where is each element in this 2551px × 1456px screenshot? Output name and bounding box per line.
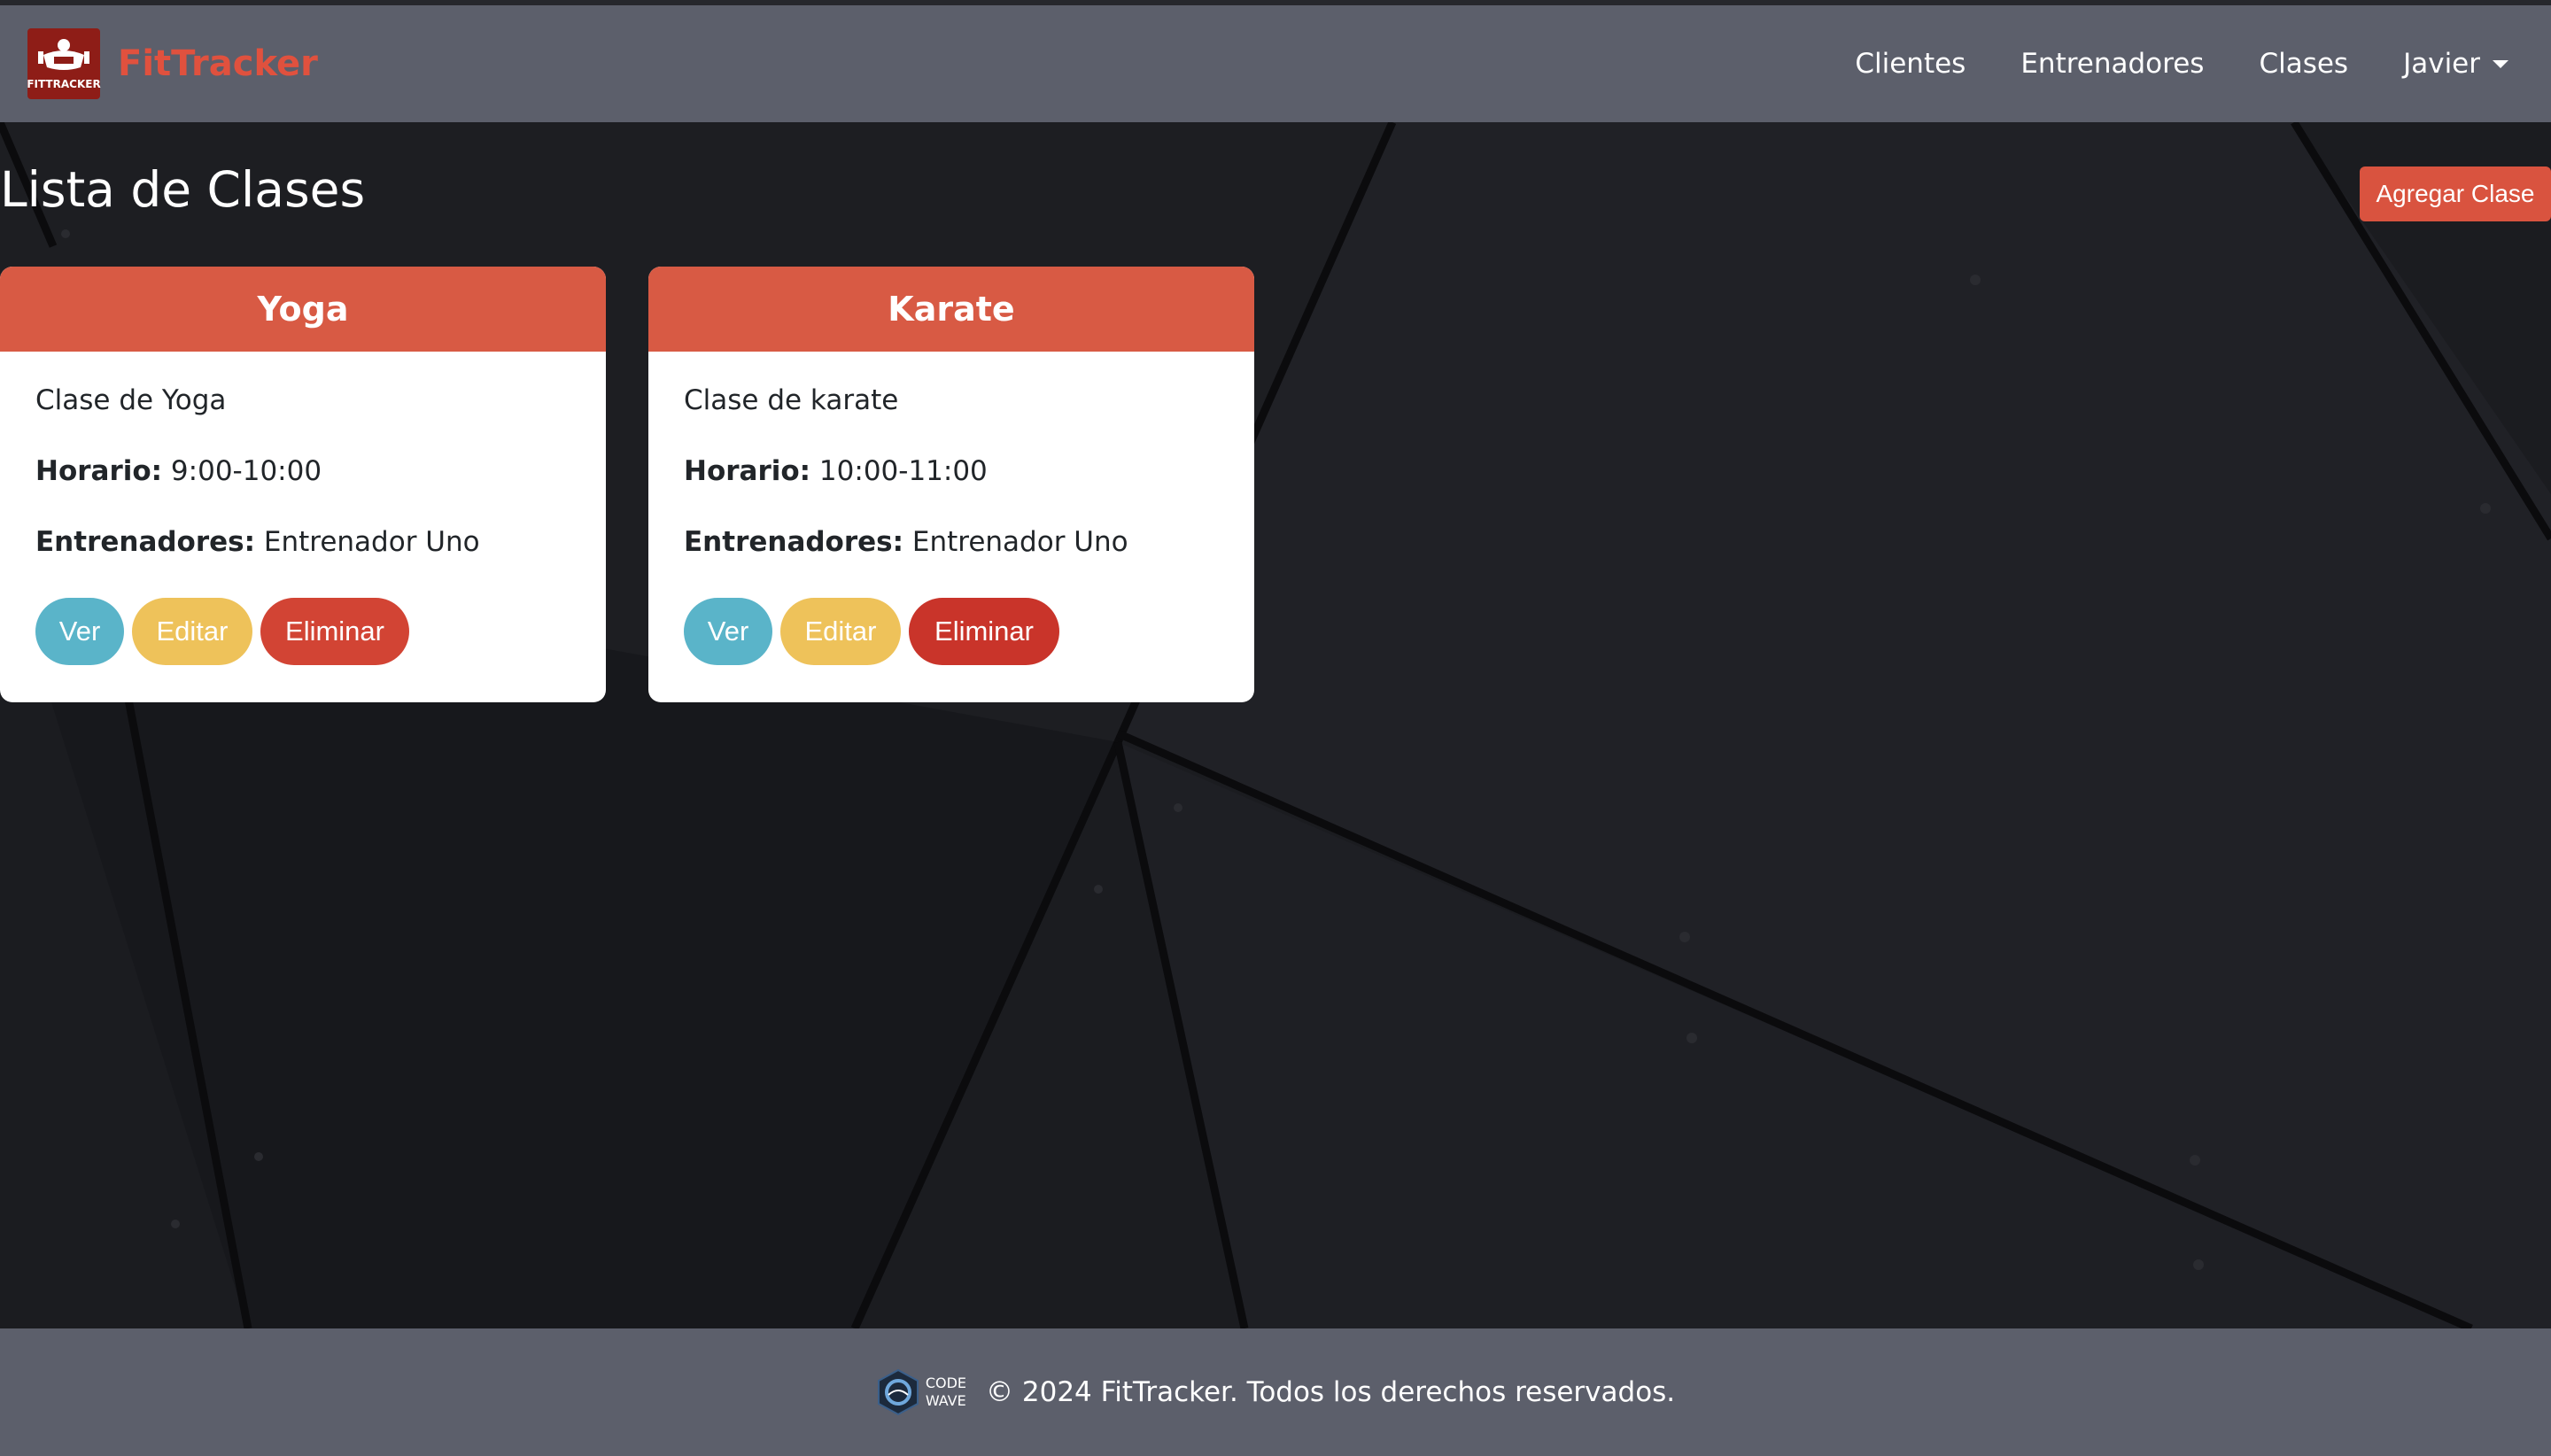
trainers-value: Entrenador Uno xyxy=(263,526,480,558)
delete-button[interactable]: Eliminar xyxy=(260,598,409,665)
class-schedule: Horario: 9:00-10:00 xyxy=(35,455,570,487)
hexagon-wave-icon xyxy=(877,1368,919,1416)
nav-links: Clientes Entrenadores Clases Javier xyxy=(1800,5,2508,122)
trainers-label: Entrenadores: xyxy=(35,526,256,558)
class-card-body: Clase de karate Horario: 10:00-11:00 Ent… xyxy=(648,352,1254,701)
view-button[interactable]: Ver xyxy=(684,598,772,665)
class-card-yoga: Yoga Clase de Yoga Horario: 9:00-10:00 E… xyxy=(0,267,606,702)
card-actions: Ver Editar Eliminar xyxy=(35,598,570,665)
class-schedule: Horario: 10:00-11:00 xyxy=(684,455,1219,487)
navbar: FITTRACKER FitTracker Clientes Entrenado… xyxy=(0,5,2551,122)
codewave-text-top: CODE xyxy=(925,1375,967,1391)
class-trainers: Entrenadores: Entrenador Uno xyxy=(35,526,570,558)
schedule-value: 9:00-10:00 xyxy=(170,455,322,487)
bodybuilder-icon xyxy=(38,39,89,70)
user-name: Javier xyxy=(2403,48,2480,80)
trainers-value: Entrenador Uno xyxy=(911,526,1128,558)
footer-copyright: © 2024 FitTracker. Todos los derechos re… xyxy=(986,1376,1676,1408)
view-button[interactable]: Ver xyxy=(35,598,124,665)
edit-button[interactable]: Editar xyxy=(780,598,901,665)
chevron-down-icon xyxy=(2493,59,2508,68)
trainers-label: Entrenadores: xyxy=(684,526,904,558)
schedule-value: 10:00-11:00 xyxy=(818,455,988,487)
page-title: Lista de Clases xyxy=(0,161,366,218)
codewave-text-bottom: WAVE xyxy=(925,1392,966,1409)
class-card-karate: Karate Clase de karate Horario: 10:00-11… xyxy=(648,267,1254,702)
class-card-title: Karate xyxy=(648,267,1254,352)
card-actions: Ver Editar Eliminar xyxy=(684,598,1219,665)
delete-button[interactable]: Eliminar xyxy=(909,598,1059,665)
edit-button[interactable]: Editar xyxy=(132,598,252,665)
schedule-label: Horario: xyxy=(684,455,811,487)
brand-logo-text: FITTRACKER xyxy=(27,78,101,90)
class-trainers: Entrenadores: Entrenador Uno xyxy=(684,526,1219,558)
add-class-button[interactable]: Agregar Clase xyxy=(2360,167,2551,221)
brand-logo: FITTRACKER xyxy=(27,28,101,99)
brand-name: FitTracker xyxy=(118,43,318,84)
codewave-logo: CODE WAVE xyxy=(876,1368,966,1416)
class-card-title: Yoga xyxy=(0,267,606,352)
codewave-text: CODE WAVE xyxy=(926,1375,966,1410)
class-card-body: Clase de Yoga Horario: 9:00-10:00 Entren… xyxy=(0,352,606,701)
brand[interactable]: FITTRACKER FitTracker xyxy=(27,28,318,99)
class-description: Clase de Yoga xyxy=(35,384,227,416)
class-description: Clase de karate xyxy=(684,384,899,416)
schedule-label: Horario: xyxy=(35,455,163,487)
footer: CODE WAVE © 2024 FitTracker. Todos los d… xyxy=(0,1328,2551,1456)
user-menu-dropdown[interactable]: Javier xyxy=(2403,48,2508,80)
nav-link-clientes[interactable]: Clientes xyxy=(1855,48,1966,80)
nav-link-entrenadores[interactable]: Entrenadores xyxy=(2020,48,2204,80)
nav-link-clases[interactable]: Clases xyxy=(2259,48,2348,80)
